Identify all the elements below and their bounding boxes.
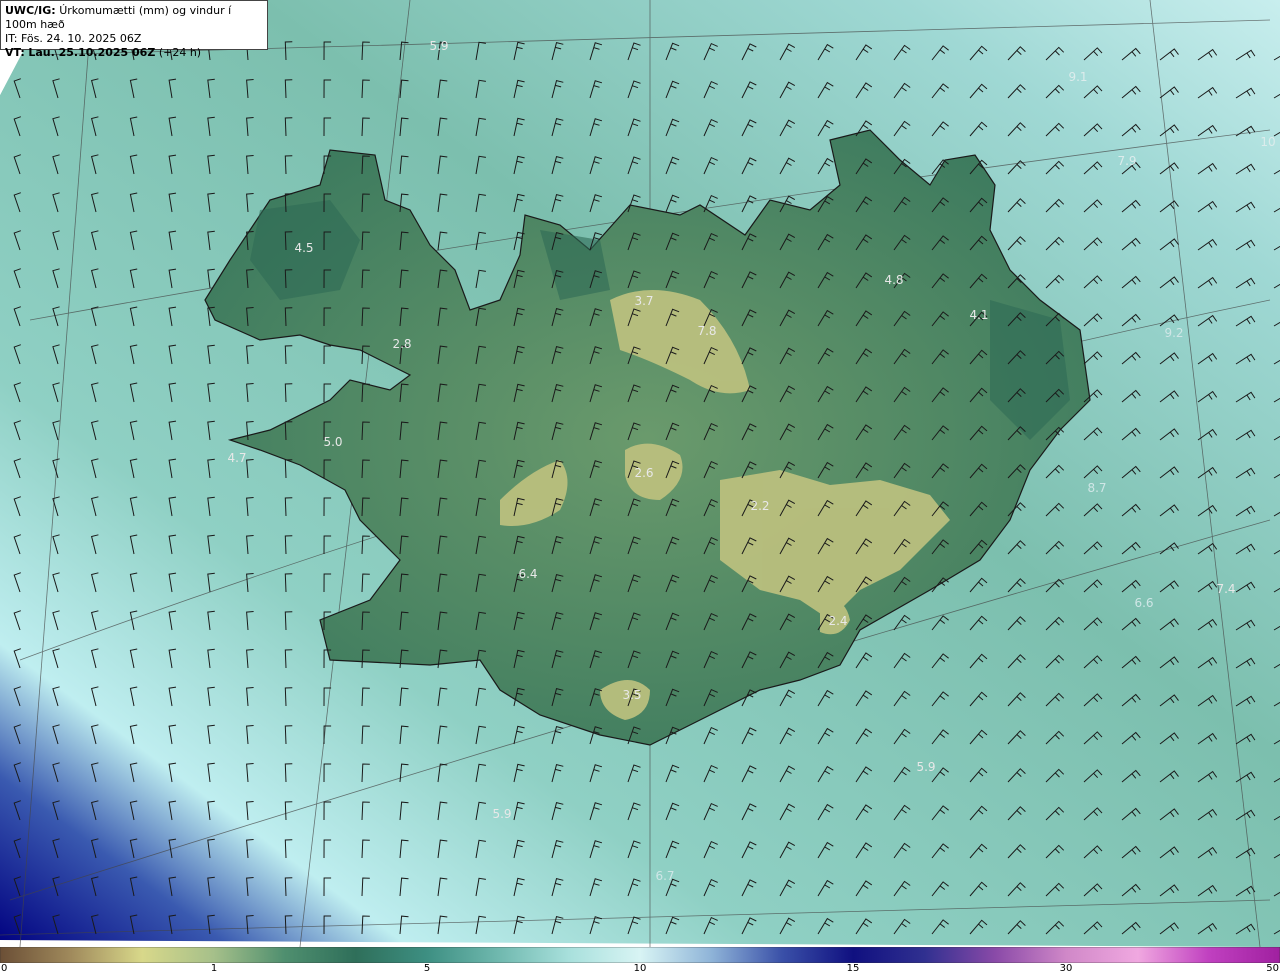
value-label: 6.4: [518, 567, 537, 581]
colorbar-tick: 0: [1, 963, 8, 974]
value-label: 2.4: [828, 614, 847, 628]
valid-time-row: VT: Lau. 25.10.2025 06Z (+24 h): [5, 46, 263, 60]
value-label: 5.9: [916, 760, 935, 774]
value-label: 5.9: [429, 39, 448, 53]
value-label: 4.1: [969, 308, 988, 322]
value-label: 2.6: [634, 466, 653, 480]
value-label: 5.9: [492, 807, 511, 821]
colorbar-tick: 30: [1059, 963, 1073, 974]
colorbar-fill: [0, 947, 1280, 963]
value-label: 4.8: [884, 273, 903, 287]
weather-map: 5.9 9.1 7.9 10 4.5 3.7 7.8 4.8 4.1 2.8 5…: [0, 0, 1280, 947]
model-name: UWC/IG:: [5, 4, 56, 17]
value-label: 8.7: [1087, 481, 1106, 495]
valid-label: VT:: [5, 46, 25, 59]
colorbar-tick: 50: [1266, 963, 1279, 974]
value-label: 2.8: [392, 337, 411, 351]
value-label: 9.1: [1068, 70, 1087, 84]
value-label: 2.2: [750, 499, 769, 513]
value-label: 3.7: [634, 294, 653, 308]
init-time: IT: Fös. 24. 10. 2025 06Z: [5, 32, 142, 45]
lead-time: (+24 h): [158, 46, 202, 59]
colorbar-tick: 1: [210, 963, 218, 974]
map-title: UWC/IG: Úrkomumætti (mm) og vindur í 100…: [5, 4, 263, 32]
value-label: 3.5: [622, 688, 641, 702]
info-box: UWC/IG: Úrkomumætti (mm) og vindur í 100…: [0, 0, 268, 59]
value-label: 4.5: [294, 241, 313, 255]
colorbar-tick: 10: [633, 963, 647, 974]
value-label: 6.6: [1134, 596, 1153, 610]
colorbar-tick: 15: [846, 963, 860, 974]
value-label: 10: [1260, 135, 1275, 149]
value-label: 7.4: [1216, 582, 1235, 596]
colorbar-tick: 5: [423, 963, 431, 974]
colorbar-strip: [0, 947, 1280, 963]
value-label: 9.2: [1164, 326, 1183, 340]
value-label: 7.8: [697, 324, 716, 338]
value-label: 6.7: [655, 869, 674, 883]
value-label: 5.0: [323, 435, 342, 449]
value-label: 7.9: [1117, 154, 1136, 168]
valid-time: Lau. 25.10.2025 06Z: [28, 46, 156, 59]
value-label: 4.7: [227, 451, 246, 465]
